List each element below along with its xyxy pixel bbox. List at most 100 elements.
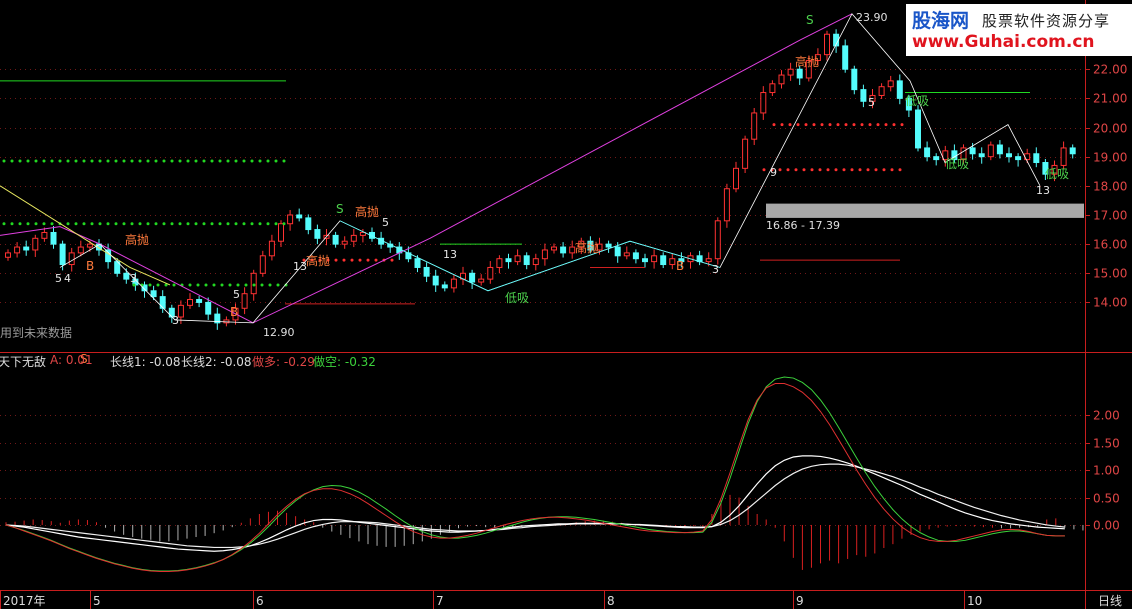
count-label: 13 — [293, 260, 307, 273]
candle-body — [268, 240, 275, 257]
candle-body — [205, 301, 212, 315]
signal-letter: B — [86, 259, 94, 273]
level-dot — [178, 159, 182, 163]
signal-letter: S — [336, 202, 344, 216]
signal-label: 低吸 — [1045, 167, 1069, 181]
indicator-tick-label: 1.50 — [1093, 437, 1120, 451]
candle-body — [642, 258, 648, 263]
level-dot — [154, 159, 158, 163]
candle-body — [896, 80, 903, 99]
candle-body — [259, 255, 266, 274]
level-dot — [900, 123, 904, 127]
candle-body — [541, 249, 548, 260]
candle-body — [614, 246, 621, 257]
candle-body — [432, 275, 439, 286]
level-dot — [882, 168, 886, 172]
indicator-tick-label: 0.50 — [1093, 492, 1120, 506]
level-dot — [258, 222, 262, 226]
candle-body — [924, 147, 931, 158]
level-dot — [828, 123, 832, 127]
level-dot — [194, 222, 198, 226]
level-dot — [826, 168, 830, 172]
candle-body — [187, 299, 193, 306]
level-dot — [170, 159, 174, 163]
candle-body — [296, 214, 303, 219]
period-label: 日线 — [1098, 594, 1123, 608]
count-label: 5 — [868, 96, 875, 109]
candle-body — [996, 144, 1003, 155]
signal-letter: B — [230, 305, 238, 319]
candle-body — [796, 68, 803, 79]
level-dot — [772, 123, 776, 127]
candle-body — [278, 223, 284, 242]
count-label: 5 — [382, 216, 389, 229]
level-dot — [58, 159, 62, 163]
level-dot — [18, 159, 22, 163]
level-dot — [162, 222, 166, 226]
level-dot — [66, 222, 70, 226]
level-dot — [148, 283, 152, 287]
candle-body — [41, 231, 48, 239]
count-label: 13 — [443, 248, 457, 261]
level-dot — [162, 159, 166, 163]
level-dot — [172, 283, 176, 287]
candle-body — [487, 266, 494, 280]
level-dot — [82, 159, 86, 163]
candle-body — [751, 112, 758, 140]
candle-body — [733, 167, 739, 190]
candle-body — [177, 304, 184, 318]
candle-body — [478, 278, 485, 283]
level-dot — [10, 222, 14, 226]
indicator-name: 天下无敌 — [0, 355, 47, 369]
level-dot — [186, 159, 190, 163]
candle-body — [632, 252, 639, 260]
level-dot — [258, 159, 262, 163]
level-dot — [802, 168, 806, 172]
level-dot — [170, 222, 174, 226]
indicator-long2-value: 长线2: -0.08 — [181, 355, 252, 369]
level-dot — [226, 222, 230, 226]
count-label: 3 — [130, 272, 137, 285]
level-dot — [234, 222, 238, 226]
price-tick-label: 22.00 — [1093, 63, 1127, 77]
candle-body — [314, 229, 321, 239]
signal-label: 高抛 — [125, 232, 149, 247]
level-dot — [202, 222, 206, 226]
level-dot — [82, 222, 86, 226]
indicator-line-green — [5, 376, 1065, 572]
level-dot — [90, 222, 94, 226]
level-dot — [114, 159, 118, 163]
level-dot — [342, 258, 346, 262]
level-dot — [778, 168, 782, 172]
level-dot — [194, 159, 198, 163]
time-axis-label: 10 — [967, 594, 982, 608]
level-dot — [390, 258, 394, 262]
level-dot — [212, 283, 216, 287]
signal-label: 高抛 — [575, 240, 599, 255]
candle-body — [59, 243, 66, 266]
candle-body — [705, 258, 712, 263]
stock-chart: 14.00 15.00 16.00 17.00 18.00 19.00 20.00 21.00… — [0, 0, 1132, 609]
level-dot — [274, 222, 278, 226]
count-label: 13 — [1036, 184, 1050, 197]
price-tick-label: 20.00 — [1093, 122, 1127, 136]
level-dot — [804, 123, 808, 127]
candle-body — [851, 68, 858, 91]
candle-body — [105, 249, 112, 263]
count-label: 3 — [712, 263, 719, 276]
indicator-a-value: A: 0.01 — [50, 353, 93, 367]
candle-body — [1060, 147, 1067, 166]
level-dot — [34, 222, 38, 226]
candle-body — [469, 272, 476, 283]
level-dot — [42, 222, 46, 226]
level-dot — [146, 159, 150, 163]
candle-body — [86, 243, 93, 248]
level-dot — [106, 222, 110, 226]
zigzag-line — [59, 13, 1041, 324]
candle-body — [332, 234, 339, 245]
candle-body — [842, 45, 849, 70]
price-tick-label: 21.00 — [1093, 92, 1127, 106]
candle-body — [23, 246, 30, 251]
level-dot — [874, 168, 878, 172]
brand-url: www.Guhai.com.cn — [912, 32, 1095, 52]
